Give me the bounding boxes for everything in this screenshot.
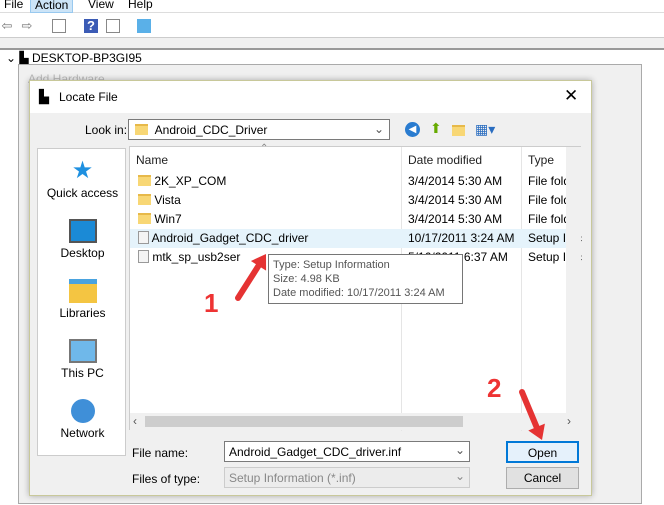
step-1-label: 1	[204, 288, 219, 318]
annotation-layer	[235, 254, 545, 440]
arrow-1	[235, 254, 267, 301]
arrow-2	[519, 389, 545, 440]
step-2-label: 2	[487, 373, 502, 403]
